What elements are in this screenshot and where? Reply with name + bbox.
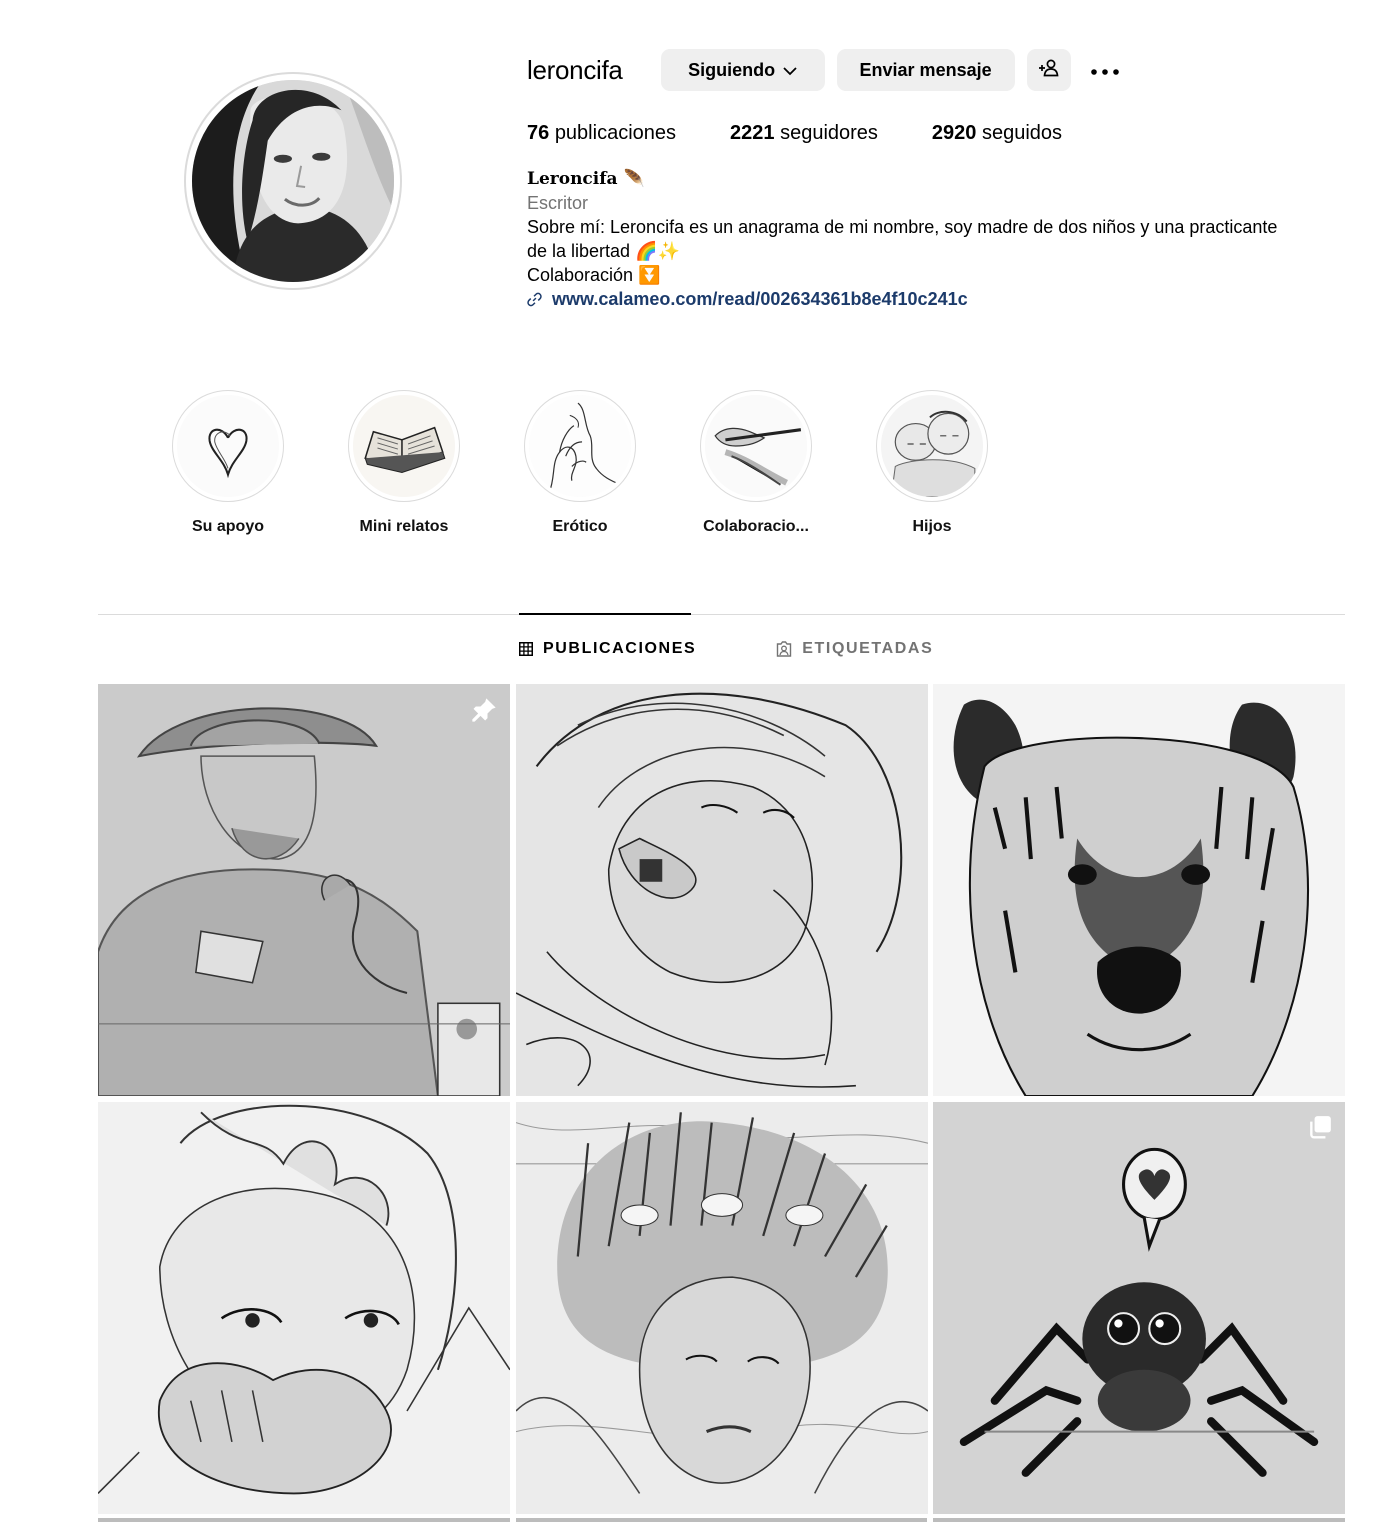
- post-girl-hair[interactable]: [515, 1102, 928, 1514]
- babies-sketch-icon: [881, 395, 983, 497]
- highlight-cover: [524, 390, 636, 502]
- avatar-photo: [192, 80, 394, 282]
- highlight-cover: [876, 390, 988, 502]
- post-peek: [98, 1518, 510, 1522]
- post-peek: [933, 1518, 1346, 1522]
- bio-text-line-1: Sobre mí: Leroncifa es un anagrama de mi…: [527, 217, 1278, 237]
- stat-posts-count: 76: [527, 122, 550, 144]
- tab-posts-label: PUBLICACIONES: [543, 640, 697, 657]
- story-highlights: Su apoyo Mini relatos Erótico Colaboraci…: [140, 390, 1020, 536]
- following-button[interactable]: Siguiendo: [660, 49, 825, 91]
- profile-actions-row: leroncifa Siguiendo Enviar mensaje: [527, 48, 1357, 92]
- bio-link-text: www.calameo.com/read/002634361b8e4f10c24…: [552, 289, 968, 309]
- more-icon: [1090, 60, 1120, 81]
- following-label: Siguiendo: [688, 59, 776, 80]
- bio-text-line-2: de la libertad 🌈✨: [527, 241, 680, 261]
- tab-posts[interactable]: PUBLICACIONES: [519, 638, 696, 660]
- highlight-mini-relatos[interactable]: Mini relatos: [316, 390, 492, 536]
- open-book-icon: [353, 395, 455, 497]
- bio-link[interactable]: www.calameo.com/read/002634361b8e4f10c24…: [527, 287, 1357, 311]
- highlight-cover: [172, 390, 284, 502]
- post-image: [515, 1102, 928, 1514]
- stat-following-label: seguidos: [981, 122, 1063, 144]
- highlight-label: Erótico: [552, 518, 608, 535]
- post-boy-hands[interactable]: [98, 1102, 510, 1514]
- active-tab-indicator: [519, 613, 691, 615]
- highlight-label: Su apoyo: [191, 518, 264, 535]
- stat-followers-count: 2221: [730, 122, 775, 144]
- hand-sketch-icon: [529, 395, 631, 497]
- post-woman-face[interactable]: [515, 684, 928, 1096]
- send-message-button[interactable]: Enviar mensaje: [836, 49, 1015, 91]
- stat-following-count: 2920: [931, 122, 977, 144]
- profile-tabs: PUBLICACIONES ETIQUETADAS: [519, 638, 933, 660]
- post-image: [933, 684, 1345, 1096]
- stat-following[interactable]: 2920 seguidos: [932, 122, 1062, 145]
- profile-avatar[interactable]: [184, 72, 402, 290]
- post-peek: [515, 1518, 928, 1522]
- profile-info: leroncifa Siguiendo Enviar mensaje 76 pu…: [527, 48, 1357, 311]
- highlight-label: Hijos: [912, 518, 952, 535]
- bio-name: Leroncifa 🪶: [527, 169, 645, 189]
- heart-sketch-icon: [177, 395, 279, 497]
- bio-text-line-3: Colaboración ⏬: [527, 265, 661, 285]
- highlight-erotico[interactable]: Erótico: [492, 390, 668, 536]
- highlight-label: Colaboracio...: [703, 518, 809, 535]
- more-options-button[interactable]: [1083, 49, 1127, 91]
- multiple-posts-icon: [1307, 1114, 1333, 1145]
- stat-posts-label: publicaciones: [554, 122, 677, 144]
- post-image: [515, 684, 928, 1096]
- post-hyena[interactable]: [933, 684, 1345, 1096]
- post-image: [98, 1102, 510, 1514]
- highlight-cover: [700, 390, 812, 502]
- link-icon: [527, 292, 542, 307]
- stat-posts[interactable]: 76 publicaciones: [527, 122, 676, 145]
- highlight-colaboraciones[interactable]: Colaboracio...: [668, 390, 844, 536]
- next-row-peek: [98, 1518, 1346, 1522]
- post-image: [98, 684, 510, 1096]
- tabs-divider: [98, 614, 1345, 615]
- tab-tagged[interactable]: ETIQUETADAS: [776, 638, 933, 660]
- highlight-label: Mini relatos: [359, 518, 449, 535]
- grid-icon: [519, 642, 533, 656]
- profile-stats: 76 publicaciones 2221 seguidores 2920 se…: [527, 122, 1357, 145]
- bio-category: Escritor: [527, 193, 589, 213]
- username: leroncifa: [527, 54, 623, 85]
- profile-bio: Leroncifa 🪶 Escritor Sobre mí: Leroncifa…: [527, 167, 1357, 311]
- suggested-users-button[interactable]: [1026, 49, 1071, 91]
- tab-tagged-label: ETIQUETADAS: [802, 640, 934, 657]
- send-message-label: Enviar mensaje: [859, 59, 992, 80]
- pinned-icon: [470, 696, 498, 729]
- pen-hand-icon: [705, 395, 807, 497]
- stat-followers[interactable]: 2221 seguidores: [730, 122, 878, 145]
- highlight-su-apoyo[interactable]: Su apoyo: [140, 390, 316, 536]
- posts-grid: [98, 684, 1345, 1514]
- chevron-down-icon: [783, 60, 797, 81]
- post-old-man[interactable]: [98, 684, 510, 1096]
- post-image: [933, 1102, 1345, 1514]
- stat-followers-label: seguidores: [780, 122, 878, 144]
- tagged-user-icon: [776, 641, 792, 657]
- highlight-cover: [348, 390, 460, 502]
- highlight-hijos[interactable]: Hijos: [844, 390, 1020, 536]
- post-spider[interactable]: [933, 1102, 1345, 1514]
- add-user-icon: [1038, 59, 1060, 82]
